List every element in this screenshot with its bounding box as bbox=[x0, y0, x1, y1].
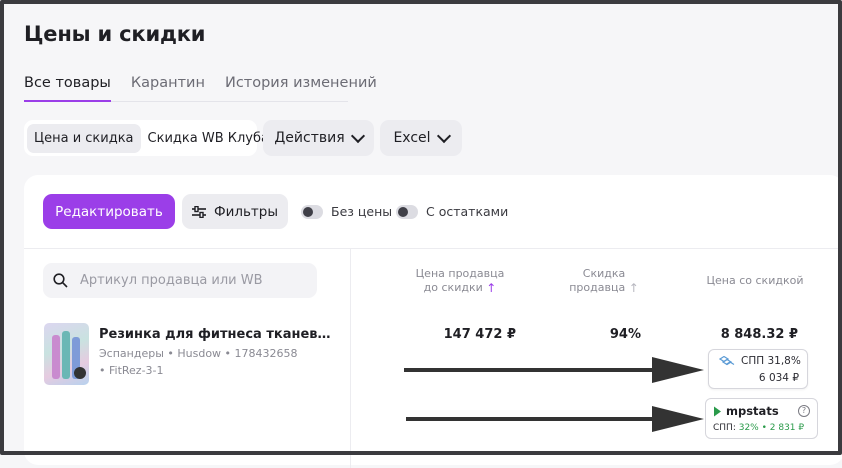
product-thumbnail[interactable] bbox=[44, 323, 89, 385]
toggle-no-price-label: Без цены bbox=[331, 204, 393, 219]
product-article: • FitRez-3-1 bbox=[99, 364, 164, 377]
seller-discount-value: 94% bbox=[609, 327, 641, 342]
actions-dropdown-label: Действия bbox=[274, 130, 345, 146]
toggle-switch[interactable] bbox=[301, 204, 323, 219]
product-title[interactable]: Резинка для фитнеса тканевая (+... bbox=[99, 327, 339, 342]
page-title: Цены и скидки bbox=[24, 22, 206, 46]
filter-sliders-icon bbox=[191, 205, 206, 218]
column-header-seller-price[interactable]: Цена продавца до скидки ↑ bbox=[410, 267, 510, 295]
tab-bar: Все товары Карантин История изменений bbox=[24, 74, 377, 102]
sort-arrow-up-icon: ↑ bbox=[486, 281, 497, 295]
toggle-with-stock[interactable]: С остатками bbox=[396, 204, 508, 219]
toggle-no-price[interactable]: Без цены bbox=[301, 204, 392, 219]
spp-card-price: 6 034 ₽ bbox=[758, 372, 799, 384]
chevron-down-icon bbox=[350, 128, 365, 144]
excel-dropdown[interactable]: Excel bbox=[380, 120, 462, 156]
column-divider bbox=[350, 248, 351, 468]
excel-dropdown-label: Excel bbox=[393, 130, 431, 146]
search-icon bbox=[53, 273, 68, 288]
toggle-switch[interactable] bbox=[396, 204, 418, 219]
segment-price-and-discount[interactable]: Цена и скидка bbox=[27, 123, 141, 153]
toolbar-divider bbox=[24, 248, 842, 249]
column-header-line: Цена продавца bbox=[415, 267, 505, 280]
spp-card-label: СПП 31,8% bbox=[741, 355, 801, 367]
column-header-discounted-price[interactable]: Цена со скидкой bbox=[700, 274, 810, 288]
product-meta: Эспандеры • Husdow • 178432658 bbox=[99, 347, 298, 360]
column-header-line: до скидки ↑ bbox=[423, 281, 497, 295]
mpstats-spp-line: СПП: 32% • 2 831 ₽ bbox=[713, 423, 805, 433]
segment-wb-club-discount[interactable]: Скидка WB Клуба bbox=[141, 124, 276, 153]
edit-button[interactable]: Редактировать bbox=[43, 194, 175, 229]
seller-price-value: 147 472 ₽ bbox=[443, 327, 516, 342]
mpstats-card[interactable]: mpstats ? СПП: 32% • 2 831 ₽ bbox=[705, 398, 818, 439]
price-mode-segment: Цена и скидка Скидка WB Клуба bbox=[24, 120, 269, 156]
filters-button-label: Фильтры bbox=[213, 203, 279, 220]
products-panel: Редактировать Фильтры Без цены С остатка… bbox=[24, 175, 842, 468]
mpstats-spp-value: 32% • 2 831 ₽ bbox=[738, 423, 805, 433]
toggle-with-stock-label: С остатками bbox=[426, 204, 509, 219]
spp-card[interactable]: СПП 31,8% 6 034 ₽ bbox=[708, 349, 808, 389]
mpstats-brand: mpstats bbox=[726, 404, 779, 418]
filters-button[interactable]: Фильтры bbox=[182, 194, 288, 229]
chevron-down-icon bbox=[436, 128, 451, 144]
search-box[interactable] bbox=[43, 263, 317, 298]
wb-logo-icon bbox=[719, 355, 735, 365]
mpstats-logo-icon bbox=[714, 406, 721, 416]
sort-arrow-up-icon: ↑ bbox=[628, 281, 639, 295]
search-input[interactable] bbox=[78, 272, 302, 289]
column-header-seller-discount[interactable]: Скидка продавца ↑ bbox=[564, 267, 644, 295]
tab-quarantine[interactable]: Карантин bbox=[131, 74, 205, 100]
column-header-line: Скидка bbox=[582, 267, 626, 280]
help-icon[interactable]: ? bbox=[798, 405, 810, 417]
tab-change-history[interactable]: История изменений bbox=[225, 74, 377, 100]
actions-dropdown[interactable]: Действия bbox=[263, 120, 374, 156]
column-header-line: продавца ↑ bbox=[569, 281, 639, 295]
discounted-price-value: 8 848.32 ₽ bbox=[720, 327, 798, 342]
tab-all-products[interactable]: Все товары bbox=[24, 74, 111, 102]
